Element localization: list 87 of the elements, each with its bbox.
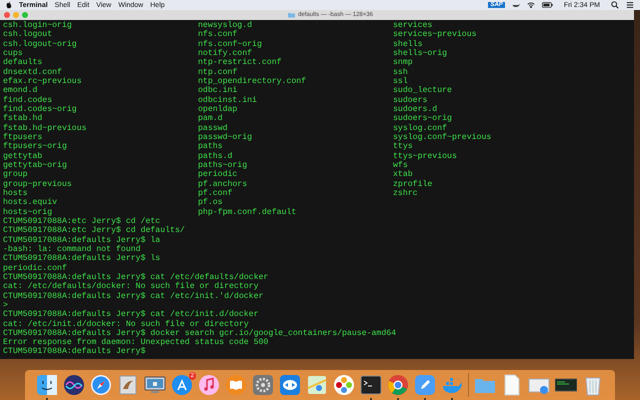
file-name: odbc.ini xyxy=(198,86,238,96)
file-name: periodic xyxy=(198,170,238,180)
file-name: ftpusers~orig xyxy=(3,142,67,152)
file-name: pam.d xyxy=(198,114,223,124)
file-name: snmp xyxy=(393,58,413,68)
file-name: passwd xyxy=(198,124,228,133)
smiling-face-icon[interactable] xyxy=(36,374,58,400)
pencil-icon[interactable] xyxy=(414,374,436,400)
terminal-line: CTUM50917088A:defaults Jerry$ ls xyxy=(3,254,160,264)
file-name: sudoers~orig xyxy=(393,114,452,124)
file-name: gettytab xyxy=(3,152,42,161)
terminal-line: CTUM50917088A:etc Jerry$ cd defaults/ xyxy=(3,226,185,236)
terminal-icon[interactable] xyxy=(360,374,382,400)
file-name: paths xyxy=(198,142,223,152)
file-name: ssl xyxy=(393,76,408,86)
file-name: pf.anchors xyxy=(198,180,248,189)
terminal-line: > xyxy=(3,300,8,310)
ring-icon[interactable] xyxy=(387,374,409,400)
file-name: defaults xyxy=(3,58,42,68)
file-name: services~previous xyxy=(393,30,477,40)
file-name: dnsextd.conf xyxy=(3,68,62,77)
file-name: ntp-restrict.conf xyxy=(198,58,282,68)
file-name: zprofile xyxy=(393,180,432,189)
terminal-line: periodic.conf xyxy=(3,264,67,273)
file-name: paths~orig xyxy=(198,160,248,170)
file-name: syslog.conf~previous xyxy=(393,132,492,142)
file-name: emond.d xyxy=(3,86,38,96)
file-name: group~previous xyxy=(3,180,72,189)
battery-icon[interactable] xyxy=(542,1,553,9)
file-name: syslog.conf xyxy=(393,124,448,133)
file-name: sudoers.d xyxy=(393,104,438,114)
wifi-icon[interactable] xyxy=(526,1,535,9)
folder-icon xyxy=(288,12,296,18)
file-name: ntp.conf xyxy=(198,68,238,77)
file-name: pf.conf xyxy=(198,188,232,198)
list-icon[interactable] xyxy=(626,1,634,9)
file-name: wfs xyxy=(393,160,408,170)
file-name: ssh xyxy=(393,68,408,77)
terminal-line: cat: /etc/defaults/docker: No such file or directory xyxy=(3,282,258,292)
file-name: notify.conf xyxy=(198,48,252,58)
file-name: xtab xyxy=(393,170,413,180)
file-name: ntp_opendirectory.conf xyxy=(198,76,306,86)
file-name: pf.os xyxy=(198,198,223,208)
file-name: paths.d xyxy=(198,152,232,161)
terminal-line: -bash: la: command not found xyxy=(3,244,141,254)
terminal-line: CTUM50917088A:defaults Jerry$ xyxy=(3,347,146,357)
file-name: ttys~previous xyxy=(393,152,457,161)
file-name: nfs.conf xyxy=(198,30,238,40)
terminal-line: Error response from daemon: Unexpected status code 500 xyxy=(3,338,268,348)
file-name: sudoers xyxy=(393,96,428,105)
search-icon[interactable] xyxy=(611,1,619,9)
close-button[interactable] xyxy=(4,12,10,18)
file-name: fstab.hd xyxy=(3,114,42,124)
file-name: ftpusers xyxy=(3,132,42,142)
file-name: csh.login~orig xyxy=(3,21,72,30)
file-name: zshrc xyxy=(393,188,418,198)
file-name: fstab.hd~previous xyxy=(3,124,87,133)
file-name: hosts xyxy=(3,188,28,198)
terminal-line: CTUM50917088A:etc Jerry$ cd /etc xyxy=(3,216,160,226)
file-name: cups xyxy=(3,48,23,58)
terminal-line: CTUM50917088A:defaults Jerry$ docker search gcr.io/google_containers/pause-amd64 xyxy=(3,328,396,338)
file-name: odbcinst.ini xyxy=(198,96,257,105)
file-name: gettytab~orig xyxy=(3,160,67,170)
file-name: group xyxy=(3,170,28,180)
file-name: csh.logout~orig xyxy=(3,40,77,49)
terminal-line: cat: /etc/init.d/docker: No such file or directory xyxy=(3,320,249,328)
file-name: find.codes xyxy=(3,96,52,105)
file-name: hosts~orig xyxy=(3,208,52,217)
apple-icon[interactable] xyxy=(6,1,12,9)
file-name: services xyxy=(393,21,432,30)
file-name: ttys xyxy=(393,142,413,152)
file-name: passwd~orig xyxy=(198,132,252,142)
file-name: find.codes~orig xyxy=(3,104,77,114)
terminal-line: CTUM50917088A:defaults Jerry$ cat /etc/init.d/docker xyxy=(3,310,258,320)
terminal-line: CTUM50917088A:defaults Jerry$ cat /etc/defaults/docker xyxy=(3,272,268,282)
file-name: shells~orig xyxy=(393,48,448,58)
terminal-line: CTUM50917088A:defaults Jerry$ la xyxy=(3,236,160,245)
terminal-line: CTUM50917088A:defaults Jerry$ cat /etc/init.'d/docker xyxy=(3,292,264,301)
file-name: hosts.equiv xyxy=(3,198,58,208)
file-name: sudo_lecture xyxy=(393,86,452,96)
file-name: efax.rc~previous xyxy=(3,76,82,86)
file-name: csh.logout xyxy=(3,30,52,40)
file-name: openldap xyxy=(198,104,238,114)
file-name: php-fpm.conf.default xyxy=(198,208,296,217)
file-name: nfs.conf~orig xyxy=(198,40,262,49)
file-name: shells xyxy=(393,40,422,49)
file-name: newsyslog.d xyxy=(198,21,252,30)
